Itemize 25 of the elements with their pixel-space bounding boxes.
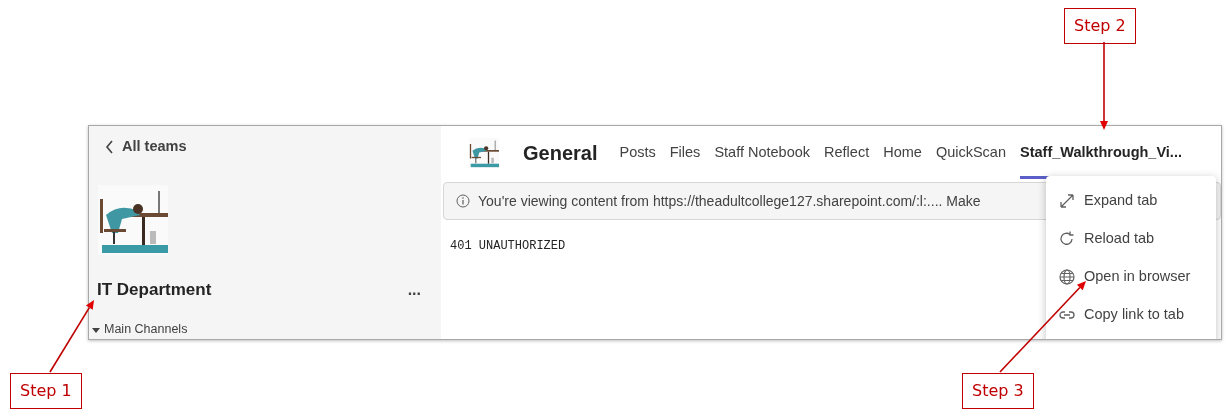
more-button[interactable]: ... bbox=[407, 281, 421, 298]
error-text: 401 UNAUTHORIZED bbox=[450, 238, 566, 255]
team-name: IT Department bbox=[97, 278, 212, 301]
tab[interactable]: Reflect bbox=[824, 126, 870, 179]
back-link[interactable]: All teams bbox=[105, 136, 187, 158]
callout-label: Step 1 bbox=[10, 373, 82, 409]
section-header[interactable]: Main Channels bbox=[104, 320, 188, 339]
expand-icon bbox=[1058, 192, 1076, 210]
tab[interactable]: Posts bbox=[619, 126, 656, 179]
tab[interactable]: Home bbox=[883, 126, 922, 179]
back-icon bbox=[105, 139, 114, 154]
info-icon bbox=[456, 194, 470, 208]
tab[interactable]: Files bbox=[669, 126, 701, 179]
info-text: You're viewing content from https://theadultcollege127.sharepoint.com/:l:.... Make bbox=[478, 191, 981, 211]
menu-item[interactable]: Open in browser bbox=[1046, 258, 1216, 296]
reload-icon bbox=[1058, 230, 1076, 248]
callout-label: Step 3 bbox=[962, 373, 1034, 409]
menu-item[interactable]: Reload tab bbox=[1046, 220, 1216, 258]
menu-item[interactable]: Copy link to tab bbox=[1046, 296, 1216, 334]
globe-icon bbox=[1058, 268, 1076, 286]
tab[interactable]: Staff Notebook bbox=[714, 126, 811, 179]
callout-label: Step 2 bbox=[1064, 8, 1136, 44]
channel-title: General bbox=[523, 140, 598, 166]
tab[interactable]: QuickScan bbox=[935, 126, 1006, 179]
menu-item[interactable]: Expand tab bbox=[1046, 182, 1216, 220]
